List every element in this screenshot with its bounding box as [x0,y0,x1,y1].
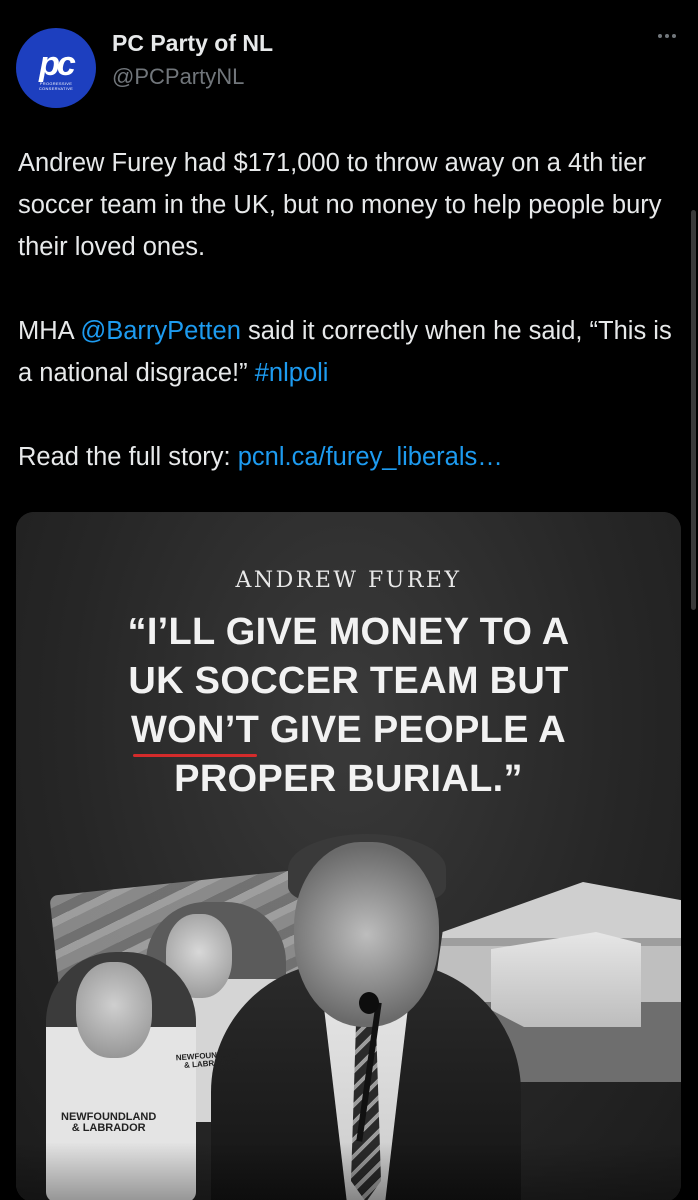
tweet: pc PROGRESSIVE CONSERVATIVE PC Party of … [0,0,698,1200]
avatar-logo-mark: pc [39,45,76,83]
avatar[interactable]: pc PROGRESSIVE CONSERVATIVE [16,28,96,108]
tweet-paragraph-1: Andrew Furey had $171,000 to throw away … [18,149,662,261]
shipping-container-image [491,932,641,1027]
quote-line: WON’T GIVE PEOPLE A [16,706,681,757]
story-link[interactable]: pcnl.ca/furey_liberals… [238,443,503,471]
quote-line: UK SOCCER TEAM BUT [128,660,569,702]
author-handle[interactable]: @PCPartyNL [112,64,244,90]
soccer-player-head [76,962,152,1058]
avatar-logo-subtext: PROGRESSIVE CONSERVATIVE [38,81,74,91]
more-horizontal-icon[interactable] [658,34,676,38]
text-segment: MHA [18,317,81,345]
quote-segment: GIVE PEOPLE A [259,709,566,751]
hashtag-link[interactable]: #nlpoli [255,359,329,387]
microphone-icon [359,992,379,1014]
bottom-fade [16,1142,681,1200]
more-dot [672,34,676,38]
author-name[interactable]: PC Party of NL [112,30,273,57]
tweet-paragraph-3: Read the full story: pcnl.ca/furey_liber… [18,436,678,478]
tweet-text: Andrew Furey had $171,000 to throw away … [18,142,678,478]
more-dot [665,34,669,38]
media-kicker: ANDREW FUREY [235,568,462,593]
quote-line: “I’LL GIVE MONEY TO A [127,611,570,653]
tweet-media-image[interactable]: ANDREW FUREY “I’LL GIVE MONEY TO A UK SO… [16,512,681,1200]
text-segment: Read the full story: [18,443,238,471]
mention-link[interactable]: @BarryPetten [80,317,241,345]
more-dot [658,34,662,38]
tweet-paragraph-2: MHA @BarryPetten said it correctly when … [18,310,678,394]
photo-collage [16,834,681,1200]
jersey-sponsor-text: NEWFOUNDLAND & LABRADOR [61,1111,157,1134]
quote-line: PROPER BURIAL.” [174,758,523,800]
scrollbar[interactable] [691,210,696,610]
underlined-word: WON’T [131,706,259,757]
media-quote: “I’LL GIVE MONEY TO A UK SOCCER TEAM BUT… [16,608,681,804]
